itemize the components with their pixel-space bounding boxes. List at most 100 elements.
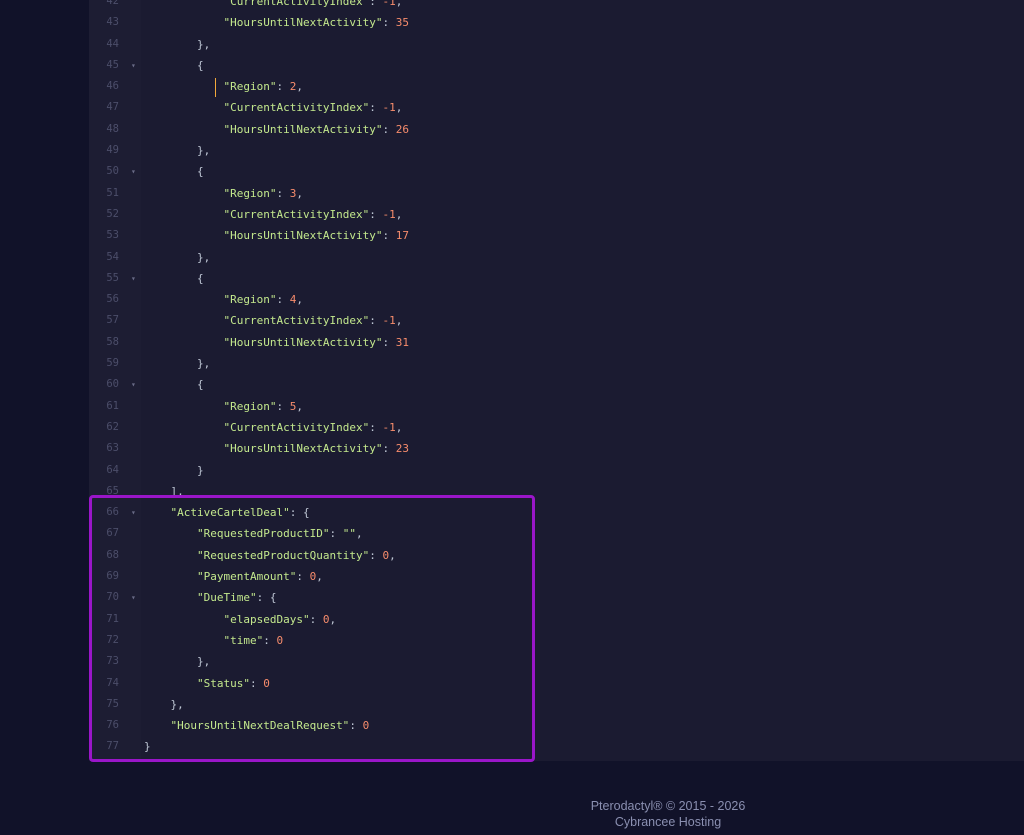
code-token: , xyxy=(395,0,403,8)
code-line[interactable]: 46 "Region": 2, xyxy=(89,76,1024,97)
fold-toggle-icon[interactable]: ▾ xyxy=(131,374,136,395)
code-token: : { xyxy=(256,591,277,605)
line-number: 56 xyxy=(106,293,119,306)
code-line[interactable]: 69 "PaymentAmount": 0, xyxy=(89,566,1024,587)
code-line[interactable]: 65], xyxy=(89,481,1024,502)
code-line[interactable]: 67 "RequestedProductID": "", xyxy=(89,523,1024,544)
code-text: }, xyxy=(197,353,210,374)
fold-toggle-icon[interactable]: ▾ xyxy=(131,502,136,523)
code-line[interactable]: 48 "HoursUntilNextActivity": 26 xyxy=(89,119,1024,140)
code-line[interactable]: 44}, xyxy=(89,34,1024,55)
code-token: , xyxy=(296,80,303,94)
code-text: "elapsedDays": 0, xyxy=(224,609,337,630)
code-line[interactable]: 58 "HoursUntilNextActivity": 31 xyxy=(89,332,1024,353)
code-line[interactable]: 73}, xyxy=(89,651,1024,672)
code-token: : xyxy=(349,719,363,733)
line-number: 70 xyxy=(106,591,119,604)
line-number: 66 xyxy=(106,506,119,519)
code-line[interactable]: 59}, xyxy=(89,353,1024,374)
code-token: "time" xyxy=(223,633,264,647)
code-text: "RequestedProductID": "", xyxy=(197,523,363,544)
code-token: , xyxy=(355,527,363,541)
code-token: "Status" xyxy=(197,676,250,690)
fold-toggle-icon[interactable]: ▾ xyxy=(131,587,136,608)
code-line[interactable]: 70 ▾ "DueTime": { xyxy=(89,587,1024,608)
code-line[interactable]: 52 "CurrentActivityIndex": -1, xyxy=(89,204,1024,225)
line-number: 68 xyxy=(106,548,119,561)
code-token: : xyxy=(369,314,383,328)
code-text: ], xyxy=(171,481,184,502)
code-token: : xyxy=(263,633,277,647)
code-token: "HoursUntilNextActivity" xyxy=(223,229,383,243)
code-token: : xyxy=(382,229,396,243)
code-line[interactable]: 72 "time": 0 xyxy=(89,630,1024,651)
code-token: , xyxy=(395,314,403,328)
fold-toggle-icon[interactable]: ▾ xyxy=(131,268,136,289)
code-line[interactable]: 77} xyxy=(89,736,1024,757)
code-token: "elapsedDays" xyxy=(223,612,310,626)
line-number: 53 xyxy=(106,229,119,242)
code-token: "ActiveCartelDeal" xyxy=(170,506,290,520)
code-token: "CurrentActivityIndex" xyxy=(223,314,370,328)
code-line[interactable]: 53 "HoursUntilNextActivity": 17 xyxy=(89,225,1024,246)
line-number: 61 xyxy=(106,399,119,412)
code-line[interactable]: 51 "Region": 3, xyxy=(89,183,1024,204)
fold-toggle-icon[interactable]: ▾ xyxy=(131,161,136,182)
code-token: : xyxy=(382,122,396,136)
code-line[interactable]: 76 "HoursUntilNextDealRequest": 0 xyxy=(89,715,1024,736)
code-line[interactable]: 45 ▾ { xyxy=(89,55,1024,76)
code-line[interactable]: 60 ▾ { xyxy=(89,374,1024,395)
code-line[interactable]: 71 "elapsedDays": 0, xyxy=(89,609,1024,630)
line-number: 67 xyxy=(106,527,119,540)
code-token: "CurrentActivityIndex" xyxy=(223,420,370,434)
code-token: "HoursUntilNextActivity" xyxy=(223,442,383,456)
code-text: "HoursUntilNextDealRequest": 0 xyxy=(171,715,370,736)
code-line[interactable]: 63 "HoursUntilNextActivity": 23 xyxy=(89,438,1024,459)
code-text: { xyxy=(197,55,204,76)
code-line[interactable]: 66 ▾ "ActiveCartelDeal": { xyxy=(89,502,1024,523)
code-lines[interactable]: 42 "CurrentActivityIndex": -1, 43 "HoursUnt… xyxy=(89,0,1024,758)
code-line[interactable]: 75}, xyxy=(89,694,1024,715)
code-line[interactable]: 57 "CurrentActivityIndex": -1, xyxy=(89,310,1024,331)
code-line[interactable]: 54}, xyxy=(89,247,1024,268)
code-line[interactable]: 55 ▾ { xyxy=(89,268,1024,289)
code-line[interactable]: 42 "CurrentActivityIndex": -1, xyxy=(89,0,1024,12)
line-number: 44 xyxy=(106,37,119,50)
code-token: -1 xyxy=(382,420,396,434)
line-number: 43 xyxy=(106,16,119,29)
code-line[interactable]: 50 ▾ { xyxy=(89,161,1024,182)
code-token: : xyxy=(369,207,383,221)
code-line[interactable]: 68 "RequestedProductQuantity": 0, xyxy=(89,545,1024,566)
code-line[interactable]: 74 "Status": 0 xyxy=(89,673,1024,694)
code-line[interactable]: 47 "CurrentActivityIndex": -1, xyxy=(89,97,1024,118)
code-line[interactable]: 43 "HoursUntilNextActivity": 35 xyxy=(89,12,1024,33)
fold-toggle-icon[interactable]: ▾ xyxy=(131,55,136,76)
code-text: "Region": 2, xyxy=(224,76,303,97)
code-token: : xyxy=(276,399,290,413)
line-number: 57 xyxy=(106,314,119,327)
code-token: : xyxy=(276,80,290,94)
code-editor[interactable]: 42 "CurrentActivityIndex": -1, 43 "HoursUnt… xyxy=(89,0,1024,761)
code-token: : xyxy=(369,420,383,434)
code-line[interactable]: 62 "CurrentActivityIndex": -1, xyxy=(89,417,1024,438)
code-line[interactable]: 56 "Region": 4, xyxy=(89,289,1024,310)
code-text: } xyxy=(197,460,204,481)
code-text: { xyxy=(197,268,204,289)
code-token: 0 xyxy=(362,719,370,733)
code-token: : { xyxy=(289,506,310,520)
code-token: , xyxy=(389,548,396,562)
code-token: }, xyxy=(197,144,211,158)
code-token: "Region" xyxy=(223,80,277,94)
code-line[interactable]: 64} xyxy=(89,460,1024,481)
line-number: 47 xyxy=(106,101,119,114)
code-token: "Region" xyxy=(223,293,277,307)
code-text: }, xyxy=(197,651,210,672)
code-token: 35 xyxy=(395,16,409,30)
code-line[interactable]: 49}, xyxy=(89,140,1024,161)
code-token: , xyxy=(395,101,403,115)
code-token: : xyxy=(369,0,383,8)
line-number: 65 xyxy=(106,484,119,497)
code-token: "" xyxy=(342,527,356,541)
code-text: }, xyxy=(197,34,210,55)
code-line[interactable]: 61 "Region": 5, xyxy=(89,396,1024,417)
